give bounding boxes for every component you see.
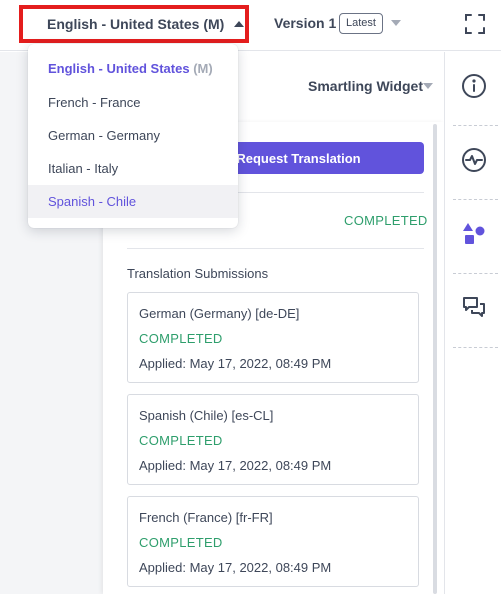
submission-applied-date: Applied: May 17, 2022, 08:49 PM: [139, 560, 332, 575]
submission-applied-date: Applied: May 17, 2022, 08:49 PM: [139, 356, 332, 371]
comments-icon: [461, 295, 487, 326]
locale-option-french-france[interactable]: French - France: [28, 86, 238, 119]
locale-selector-label: English - United States (M): [47, 16, 225, 32]
shapes-icon: [461, 221, 487, 252]
overall-status: COMPLETED: [344, 213, 428, 228]
widget-scrollbar[interactable]: [433, 124, 437, 594]
locale-option-english-us[interactable]: English - United States (M): [28, 52, 238, 85]
locale-dropdown-menu: English - United States (M) French - Fra…: [28, 44, 238, 228]
locale-option-german-germany[interactable]: German - Germany: [28, 119, 238, 152]
submission-status: COMPLETED: [139, 433, 223, 448]
shapes-button[interactable]: [445, 200, 501, 272]
locale-selector[interactable]: English - United States (M): [19, 5, 249, 43]
right-rail: [444, 52, 501, 594]
submission-locale: French (France) [fr-FR]: [139, 510, 273, 525]
submission-status: COMPLETED: [139, 331, 223, 346]
submission-status: COMPLETED: [139, 535, 223, 550]
submissions-title: Translation Submissions: [127, 266, 269, 281]
latest-badge: Latest: [339, 13, 383, 34]
fullscreen-icon[interactable]: [464, 13, 486, 35]
divider: [127, 248, 424, 249]
version-selector[interactable]: Version 1: [274, 15, 336, 31]
info-icon: [461, 73, 487, 104]
submission-card[interactable]: Spanish (Chile) [es-CL] COMPLETED Applie…: [127, 394, 419, 485]
activity-button[interactable]: [445, 126, 501, 198]
locale-option-italian-italy[interactable]: Italian - Italy: [28, 152, 238, 185]
locale-option-label: English - United States: [48, 61, 190, 76]
rail-divider: [453, 347, 498, 348]
comments-button[interactable]: [445, 274, 501, 346]
locale-option-spanish-chile[interactable]: Spanish - Chile: [28, 185, 238, 218]
submission-locale: Spanish (Chile) [es-CL]: [139, 408, 274, 423]
submission-card[interactable]: French (France) [fr-FR] COMPLETED Applie…: [127, 496, 419, 587]
caret-up-icon: [234, 21, 245, 27]
activity-icon: [461, 147, 487, 178]
submission-card[interactable]: German (Germany) [de-DE] COMPLETED Appli…: [127, 292, 419, 383]
submission-locale: German (Germany) [de-DE]: [139, 306, 300, 321]
info-button[interactable]: [445, 52, 501, 124]
widget-title[interactable]: Smartling Widget: [308, 78, 423, 94]
widget-chevron-down-icon[interactable]: [423, 83, 433, 89]
submission-applied-date: Applied: May 17, 2022, 08:49 PM: [139, 458, 332, 473]
master-locale-suffix: (M): [193, 61, 213, 76]
version-chevron-down-icon[interactable]: [391, 20, 401, 26]
